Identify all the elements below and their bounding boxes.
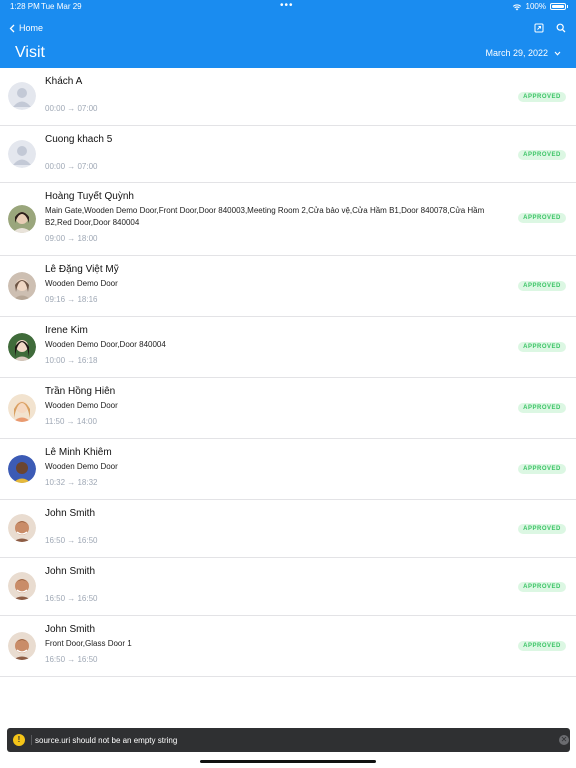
visitor-name: Khách A xyxy=(45,76,83,87)
status-badge: APPROVED xyxy=(518,641,566,651)
avatar-photo xyxy=(8,394,36,422)
battery-icon xyxy=(550,3,566,10)
visitor-name: John Smith xyxy=(45,508,96,519)
visit-row[interactable]: John Smith Front Door,Glass Door 1 16:50… xyxy=(0,616,576,677)
visitor-name: Lê Minh Khiêm xyxy=(45,447,112,458)
status-bar: 1:28 PM Tue Mar 29 ••• 100% xyxy=(0,0,576,14)
home-indicator[interactable] xyxy=(200,760,376,763)
avatar xyxy=(8,205,36,233)
status-badge: APPROVED xyxy=(518,213,566,223)
avatar-photo xyxy=(8,333,36,361)
door-list: Wooden Demo Door,Door 840004 xyxy=(45,340,166,349)
avatar-placeholder xyxy=(8,82,36,110)
chevron-left-icon xyxy=(9,24,15,32)
toast-message: source.uri should not be an empty string xyxy=(35,736,178,745)
visit-time: 10:32 → 18:32 xyxy=(45,478,98,487)
avatar xyxy=(8,572,36,600)
status-date: Tue Mar 29 xyxy=(41,2,82,11)
chevron-down-icon xyxy=(554,51,561,56)
visit-time: 16:50 → 16:50 xyxy=(45,536,98,545)
status-indicators: 100% xyxy=(512,2,568,11)
visit-row[interactable]: Cuong khach 5 00:00 → 07:00 APPROVED xyxy=(0,126,576,183)
avatar-photo xyxy=(8,514,36,542)
visitor-name: Cuong khach 5 xyxy=(45,134,113,145)
visitor-name: John Smith xyxy=(45,624,96,635)
status-time: 1:28 PM xyxy=(10,2,40,11)
avatar-photo xyxy=(8,572,36,600)
door-list: Wooden Demo Door xyxy=(45,462,118,471)
user-silhouette-icon xyxy=(8,140,36,168)
visit-row[interactable]: John Smith 16:50 → 16:50 APPROVED xyxy=(0,558,576,616)
visit-list: Khách A 00:00 → 07:00 APPROVED Cuong kha… xyxy=(0,68,576,677)
user-silhouette-icon xyxy=(8,82,36,110)
visit-time: 11:50 → 14:00 xyxy=(45,417,97,426)
avatar xyxy=(8,333,36,361)
visit-row[interactable]: John Smith 16:50 → 16:50 APPROVED xyxy=(0,500,576,558)
export-icon[interactable] xyxy=(534,23,544,33)
avatar-photo xyxy=(8,632,36,660)
nav-actions xyxy=(534,23,566,33)
visit-row[interactable]: Irene Kim Wooden Demo Door,Door 840004 1… xyxy=(0,317,576,378)
selected-date: March 29, 2022 xyxy=(485,48,548,58)
status-badge: APPROVED xyxy=(518,582,566,592)
app-header: 1:28 PM Tue Mar 29 ••• 100% Home Visit M… xyxy=(0,0,576,68)
avatar xyxy=(8,394,36,422)
avatar-photo xyxy=(8,455,36,483)
status-badge: APPROVED xyxy=(518,150,566,160)
visit-row[interactable]: Khách A 00:00 → 07:00 APPROVED xyxy=(0,68,576,126)
avatar-placeholder xyxy=(8,140,36,168)
visit-row[interactable]: Lê Đặng Việt Mỹ Wooden Demo Door 09:16 →… xyxy=(0,256,576,317)
status-badge: APPROVED xyxy=(518,342,566,352)
visit-time: 16:50 → 16:50 xyxy=(45,594,98,603)
avatar-photo xyxy=(8,272,36,300)
visit-time: 16:50 → 16:50 xyxy=(45,655,98,664)
warning-icon: ! xyxy=(13,734,25,746)
wifi-icon xyxy=(512,3,521,10)
visitor-name: Hoàng Tuyết Quỳnh xyxy=(45,191,134,202)
visitor-name: Lê Đặng Việt Mỹ xyxy=(45,264,119,275)
door-list: Front Door,Glass Door 1 xyxy=(45,639,132,648)
avatar-photo xyxy=(8,205,36,233)
back-button[interactable]: Home xyxy=(9,23,43,33)
visit-time: 00:00 → 07:00 xyxy=(45,104,98,113)
visit-time: 00:00 → 07:00 xyxy=(45,162,98,171)
close-icon[interactable]: ✕ xyxy=(559,735,569,745)
avatar xyxy=(8,272,36,300)
visit-row[interactable]: Lê Minh Khiêm Wooden Demo Door 10:32 → 1… xyxy=(0,439,576,500)
door-list: Wooden Demo Door xyxy=(45,401,118,410)
visitor-name: Trần Hồng Hiên xyxy=(45,386,116,397)
status-badge: APPROVED xyxy=(518,281,566,291)
avatar xyxy=(8,514,36,542)
visit-time: 09:00 → 18:00 xyxy=(45,234,98,243)
page-title: Visit xyxy=(15,44,45,61)
visitor-name: John Smith xyxy=(45,566,96,577)
avatar xyxy=(8,455,36,483)
error-toast[interactable]: ! source.uri should not be an empty stri… xyxy=(7,728,570,752)
visitor-name: Irene Kim xyxy=(45,325,88,336)
status-badge: APPROVED xyxy=(518,464,566,474)
visit-time: 09:16 → 18:16 xyxy=(45,295,98,304)
battery-percent: 100% xyxy=(525,2,546,11)
visit-row[interactable]: Trần Hồng Hiên Wooden Demo Door 11:50 → … xyxy=(0,378,576,439)
door-list: Main Gate,Wooden Demo Door,Front Door,Do… xyxy=(45,206,485,227)
visit-row[interactable]: Hoàng Tuyết Quỳnh Main Gate,Wooden Demo … xyxy=(0,183,576,256)
status-badge: APPROVED xyxy=(518,524,566,534)
status-badge: APPROVED xyxy=(518,403,566,413)
date-picker[interactable]: March 29, 2022 xyxy=(485,48,561,58)
toast-divider xyxy=(31,735,32,745)
status-badge: APPROVED xyxy=(518,92,566,102)
search-icon[interactable] xyxy=(556,23,566,33)
multitasking-dots-icon[interactable]: ••• xyxy=(280,0,294,11)
avatar xyxy=(8,632,36,660)
back-label: Home xyxy=(19,23,44,33)
door-list: Wooden Demo Door xyxy=(45,279,118,288)
visit-time: 10:00 → 16:18 xyxy=(45,356,98,365)
